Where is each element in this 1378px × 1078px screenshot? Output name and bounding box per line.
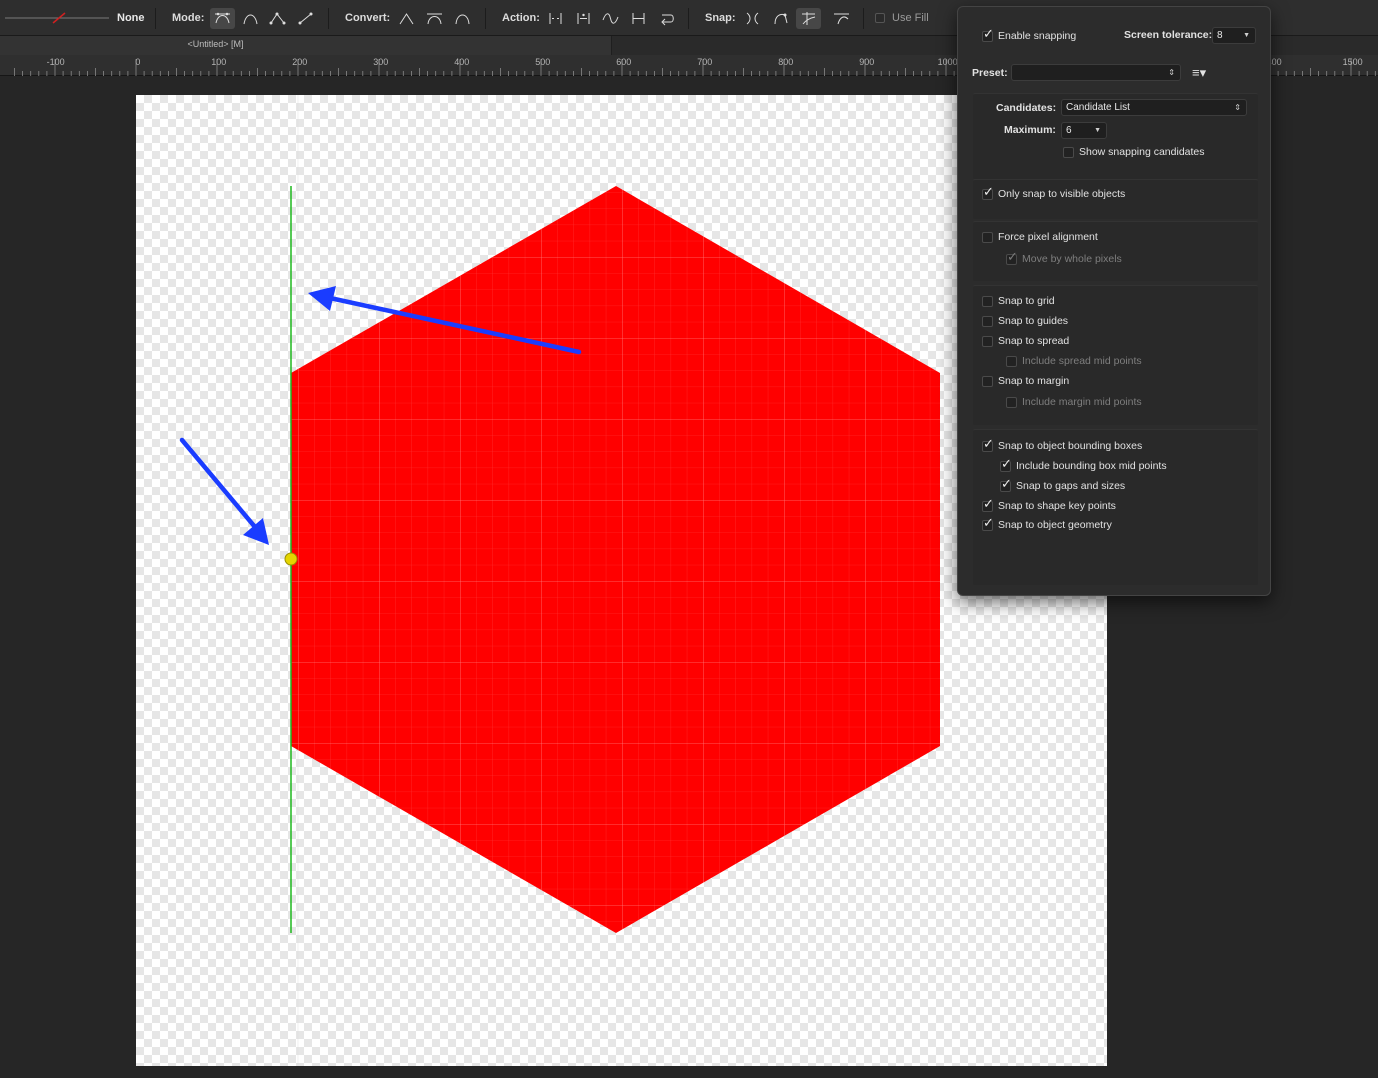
enable-snapping-label: Enable snapping: [998, 30, 1077, 42]
snap-margin-checkbox[interactable]: [982, 376, 993, 387]
checkmark-icon: ✓: [983, 184, 994, 199]
screen-tolerance-dropdown[interactable]: 8 ▼: [1212, 27, 1256, 44]
checkmark-icon: ✓: [983, 26, 994, 41]
force-pixel-checkbox[interactable]: [982, 232, 993, 243]
snap-point-marker[interactable]: [284, 552, 298, 566]
snap-spread-label: Snap to spread: [998, 335, 1070, 347]
screen-tolerance-value: 8: [1217, 30, 1223, 41]
preset-label: Preset:: [972, 67, 1008, 79]
force-pixel-label: Force pixel alignment: [998, 231, 1098, 243]
enable-snapping-checkbox[interactable]: ✓: [982, 27, 994, 42]
spread-mid-label: Include spread mid points: [1022, 355, 1142, 367]
snap-grid-label: Snap to grid: [998, 295, 1055, 307]
snap-geometry-checkbox[interactable]: ✓: [982, 516, 994, 531]
preset-dropdown[interactable]: ⇕: [1011, 64, 1181, 81]
snap-spread-checkbox[interactable]: [982, 336, 993, 347]
show-candidates-checkbox[interactable]: [1063, 147, 1074, 158]
annotation-arrow-lower: [179, 437, 269, 545]
snap-grid-checkbox[interactable]: [982, 296, 993, 307]
snap-bbox-checkbox[interactable]: ✓: [982, 437, 994, 452]
screen-tolerance-label: Screen tolerance:: [1124, 29, 1213, 41]
gaps-sizes-checkbox[interactable]: ✓: [1000, 477, 1012, 492]
maximum-value: 6: [1066, 125, 1072, 136]
gaps-sizes-label: Snap to gaps and sizes: [1016, 480, 1126, 492]
whole-pixels-checkbox[interactable]: ✓: [1006, 250, 1018, 265]
show-candidates-label: Show snapping candidates: [1079, 146, 1205, 158]
snapping-manager-popover: ✓ Enable snapping Screen tolerance: 8 ▼ …: [957, 6, 1271, 596]
preset-menu-icon[interactable]: ≡▾: [1192, 65, 1206, 81]
maximum-label: Maximum:: [1004, 124, 1056, 136]
candidates-dropdown[interactable]: Candidate List ⇕: [1061, 99, 1247, 116]
bbox-mid-label: Include bounding box mid points: [1016, 460, 1167, 472]
candidates-value: Candidate List: [1066, 102, 1130, 113]
checkmark-icon: ✓: [1001, 476, 1012, 491]
chevron-down-icon: ▼: [1094, 127, 1101, 134]
snap-guides-label: Snap to guides: [998, 315, 1069, 327]
whole-pixels-label: Move by whole pixels: [1022, 253, 1122, 265]
only-visible-checkbox[interactable]: ✓: [982, 185, 994, 200]
checkmark-icon: ✓: [983, 496, 994, 511]
margin-mid-checkbox[interactable]: [1006, 397, 1017, 408]
checkmark-icon: ✓: [1007, 249, 1018, 264]
checkmark-icon: ✓: [1001, 456, 1012, 471]
bbox-mid-checkbox[interactable]: ✓: [1000, 457, 1012, 472]
spread-mid-checkbox[interactable]: [1006, 356, 1017, 367]
hexagon-major-grid-overlay: [291, 186, 940, 933]
chevron-down-icon: ▼: [1243, 32, 1250, 39]
stepper-icon: ⇕: [1168, 68, 1175, 77]
stepper-icon: ⇕: [1234, 103, 1241, 112]
snap-bbox-label: Snap to object bounding boxes: [998, 440, 1143, 452]
snap-geometry-label: Snap to object geometry: [998, 519, 1112, 531]
maximum-dropdown[interactable]: 6 ▼: [1061, 122, 1107, 139]
checkmark-icon: ✓: [983, 515, 994, 530]
snap-margin-label: Snap to margin: [998, 375, 1070, 387]
snap-guides-checkbox[interactable]: [982, 316, 993, 327]
snap-keypoints-label: Snap to shape key points: [998, 500, 1116, 512]
checkmark-icon: ✓: [983, 436, 994, 451]
candidates-label: Candidates:: [996, 102, 1057, 114]
only-visible-label: Only snap to visible objects: [998, 188, 1126, 200]
margin-mid-label: Include margin mid points: [1022, 396, 1142, 408]
snap-keypoints-checkbox[interactable]: ✓: [982, 497, 994, 512]
